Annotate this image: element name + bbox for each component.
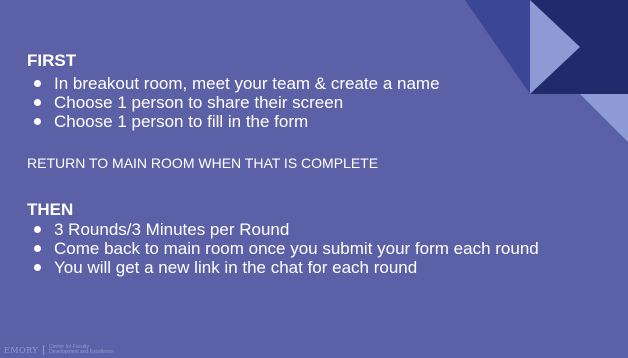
logo-text: Center for Faculty Development and Excel… bbox=[49, 345, 114, 355]
return-note: RETURN TO MAIN ROOM WHEN THAT IS COMPLET… bbox=[27, 155, 379, 171]
then-heading: THEN bbox=[27, 200, 74, 219]
list-item: You will get a new link in the chat for … bbox=[27, 258, 587, 277]
slide: FIRST In breakout room, meet your team &… bbox=[0, 0, 628, 358]
logo-line-2: Development and Excellence bbox=[49, 349, 114, 355]
logo-mark: EMORY bbox=[4, 345, 39, 355]
then-list: 3 Rounds/3 Minutes per Round Come back t… bbox=[27, 220, 587, 277]
first-heading: FIRST bbox=[27, 51, 77, 70]
slide-content: FIRST In breakout room, meet your team &… bbox=[27, 51, 587, 278]
list-item: Come back to main room once you submit y… bbox=[27, 239, 587, 258]
logo-divider bbox=[43, 345, 45, 355]
list-item: Choose 1 person to share their screen bbox=[27, 93, 587, 112]
deco-light-lower-triangle bbox=[580, 94, 628, 142]
first-list: In breakout room, meet your team & creat… bbox=[27, 74, 587, 131]
list-item: 3 Rounds/3 Minutes per Round bbox=[27, 220, 587, 239]
list-item: Choose 1 person to fill in the form bbox=[27, 112, 587, 131]
list-item: In breakout room, meet your team & creat… bbox=[27, 74, 587, 93]
emory-logo: EMORY Center for Faculty Development and… bbox=[4, 344, 114, 356]
